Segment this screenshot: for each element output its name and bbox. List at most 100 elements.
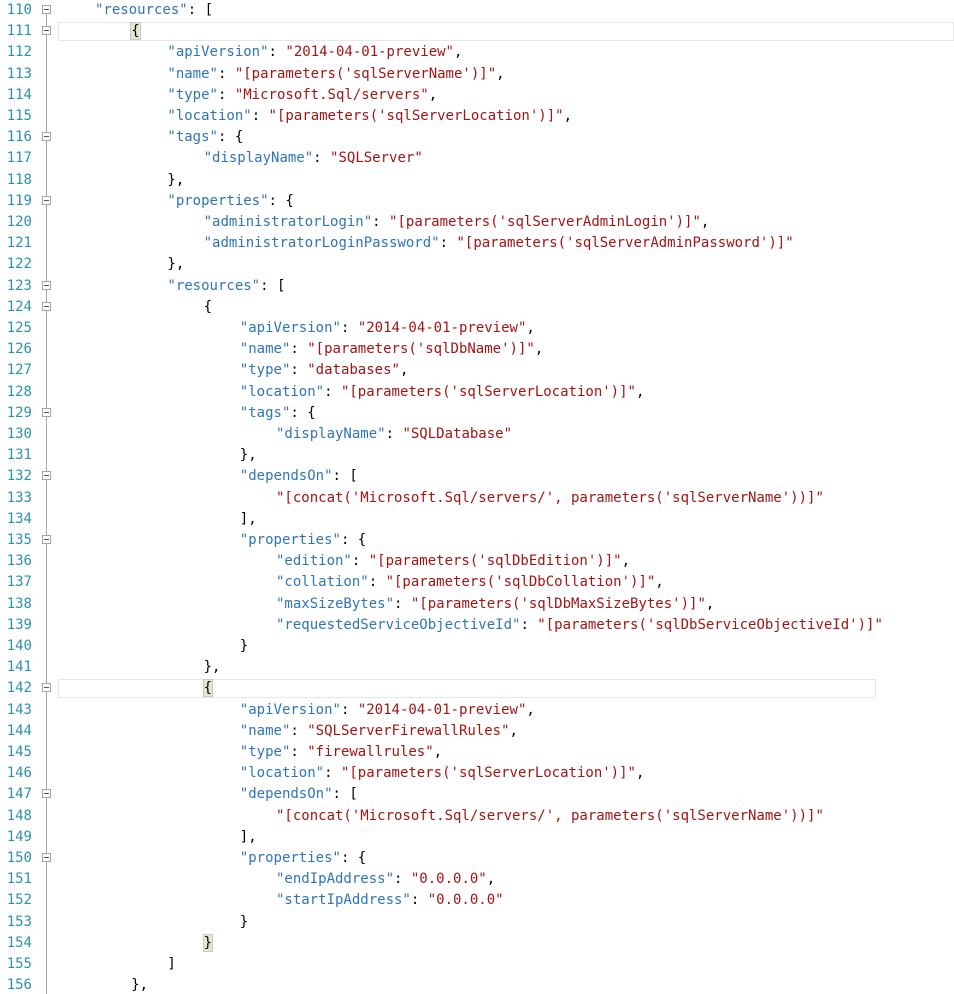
collapse-toggle-icon[interactable] <box>42 683 51 693</box>
line-number: 151 <box>6 871 32 888</box>
code-line[interactable]: 141}, <box>0 657 954 678</box>
code-line[interactable]: 117 "displayName": "SQLServer" <box>0 148 954 169</box>
code-line[interactable]: 110 "resources": [ <box>0 0 954 21</box>
key-token: "apiVersion" <box>167 44 269 61</box>
key-token: "resources" <box>95 2 188 18</box>
line-number: 114 <box>6 86 32 103</box>
collapse-toggle-icon[interactable] <box>42 535 51 544</box>
line-number: 115 <box>6 108 32 124</box>
code-line[interactable]: 137 "collation": "[parameters('sqlDbColla… <box>0 572 954 593</box>
punctuation-token: : <box>520 616 538 633</box>
string-token: "[parameters('sqlServerName')]" <box>234 65 497 82</box>
key-token: "location" <box>167 108 252 124</box>
collapse-toggle-icon[interactable] <box>42 301 51 311</box>
code-line[interactable]: 118}, <box>0 170 954 191</box>
code-line[interactable]: 153} <box>0 912 954 933</box>
string-token: "[parameters('sqlServerAdminPassword')]" <box>456 235 794 252</box>
line-number: 142 <box>6 680 32 697</box>
punctuation-token: : { <box>340 532 367 548</box>
code-line[interactable]: 156}, <box>0 975 954 994</box>
code-line[interactable]: 128 "location": "[parameters('sqlServerLo… <box>0 382 954 403</box>
collapse-toggle-icon[interactable] <box>42 195 51 205</box>
collapse-toggle-icon[interactable] <box>42 853 51 862</box>
code-line[interactable]: 116 "tags": { <box>0 127 954 148</box>
string-token: "2014-04-01-preview" <box>357 320 527 336</box>
line-number: 133 <box>6 489 32 506</box>
collapse-toggle-icon[interactable] <box>42 471 51 481</box>
code-line[interactable]: 144 "name": "SQLServerFirewallRules", <box>0 721 954 742</box>
code-line[interactable]: 138 "maxSizeBytes": "[parameters('sqlDbMa… <box>0 594 954 615</box>
matched-brace: { <box>130 22 141 41</box>
line-number: 147 <box>6 786 32 803</box>
code-line[interactable]: 127 "type": "databases", <box>0 360 954 381</box>
code-line[interactable]: 114 "type": "Microsoft.Sql/servers", <box>0 85 954 106</box>
code-text: "endIpAddress": "0.0.0.0", <box>276 869 495 890</box>
code-line[interactable]: 126 "name": "[parameters('sqlDbName')]", <box>0 339 954 360</box>
punctuation-token: , <box>635 383 645 400</box>
code-line[interactable]: 143 "apiVersion": "2014-04-01-preview", <box>0 700 954 721</box>
code-line[interactable]: 122}, <box>0 254 954 275</box>
code-line[interactable]: 132 "dependsOn": [ <box>0 466 954 487</box>
line-number: 137 <box>6 574 32 591</box>
code-editor[interactable]: 110 "resources": [ 111 {112 "apiVersion": "2… <box>0 0 954 994</box>
punctuation-token: : <box>368 574 386 591</box>
string-token: "2014-04-01-preview" <box>285 44 454 61</box>
key-token: "administratorLogin" <box>203 214 373 230</box>
code-line[interactable]: 123 "resources": [ <box>0 276 954 297</box>
code-text: "apiVersion": "2014-04-01-preview", <box>240 318 535 339</box>
code-line[interactable]: 133 "[concat('Microsoft.Sql/servers/', pa… <box>0 488 954 509</box>
code-line[interactable]: 121 "administratorLoginPassword": "[param… <box>0 233 954 254</box>
code-line[interactable]: 142 { <box>0 678 954 699</box>
line-number: 154 <box>6 934 32 951</box>
code-line[interactable]: 150 "properties": { <box>0 848 954 869</box>
code-line[interactable]: 125 "apiVersion": "2014-04-01-preview", <box>0 318 954 339</box>
code-line[interactable]: 136 "edition": "[parameters('sqlDbEdition… <box>0 551 954 572</box>
code-text: "properties": { <box>167 191 293 212</box>
collapse-toggle-icon[interactable] <box>42 5 51 14</box>
collapse-toggle-icon[interactable] <box>42 789 51 799</box>
code-line[interactable]: 149], <box>0 827 954 848</box>
code-line[interactable]: 111 { <box>0 21 954 42</box>
code-line[interactable]: 152 "startIpAddress": "0.0.0.0" <box>0 890 954 911</box>
code-line[interactable]: 148 "[concat('Microsoft.Sql/servers/', pa… <box>0 806 954 827</box>
punctuation-token: : <box>290 341 308 358</box>
code-line[interactable]: 124 { <box>0 297 954 318</box>
code-text: "requestedServiceObjectiveId": "[paramet… <box>276 615 883 636</box>
code-line[interactable]: 115 "location": "[parameters('sqlServerLo… <box>0 106 954 127</box>
code-line[interactable]: 131}, <box>0 445 954 466</box>
line-number: 111 <box>6 23 32 40</box>
punctuation-token: , <box>635 765 645 782</box>
code-line[interactable]: 145 "type": "firewallrules", <box>0 742 954 763</box>
punctuation-token: , <box>526 701 535 718</box>
collapse-toggle-icon[interactable] <box>42 132 51 142</box>
code-line[interactable]: 154} <box>0 933 954 954</box>
code-line[interactable]: 134], <box>0 509 954 530</box>
collapse-toggle-icon[interactable] <box>42 280 51 290</box>
code-line[interactable]: 151 "endIpAddress": "0.0.0.0", <box>0 869 954 890</box>
line-number: 149 <box>6 828 32 845</box>
code-line[interactable]: 147 "dependsOn": [ <box>0 784 954 805</box>
collapse-toggle-icon[interactable] <box>42 407 51 417</box>
string-token: "[parameters('sqlDbCollation')]" <box>385 574 656 591</box>
punctuation-token: }, <box>239 447 257 464</box>
code-text: "[concat('Microsoft.Sql/servers/', param… <box>276 806 824 827</box>
code-line[interactable]: 146 "location": "[parameters('sqlServerLo… <box>0 763 954 784</box>
key-token: "displayName" <box>276 426 386 442</box>
code-line[interactable]: 140} <box>0 636 954 657</box>
code-text: { <box>204 297 212 318</box>
code-line[interactable]: 129 "tags": { <box>0 403 954 424</box>
code-line[interactable]: 120 "administratorLogin": "[parameters('s… <box>0 212 954 233</box>
code-line[interactable]: 155] <box>0 954 954 975</box>
code-line[interactable]: 113 "name": "[parameters('sqlServerName')… <box>0 64 954 85</box>
key-token: "tags" <box>167 129 218 146</box>
code-line[interactable]: 139 "requestedServiceObjectiveId": "[para… <box>0 615 954 636</box>
punctuation-token: : <box>290 722 308 739</box>
code-line[interactable]: 112 "apiVersion": "2014-04-01-preview", <box>0 42 954 63</box>
code-line[interactable]: 130 "displayName": "SQLDatabase" <box>0 424 954 445</box>
code-line[interactable]: 119 "properties": { <box>0 191 954 212</box>
code-line[interactable]: 135 "properties": { <box>0 530 954 551</box>
line-number: 125 <box>6 320 32 336</box>
code-text: } <box>202 933 214 954</box>
collapse-toggle-icon[interactable] <box>42 26 51 36</box>
punctuation-token: , <box>563 108 572 124</box>
